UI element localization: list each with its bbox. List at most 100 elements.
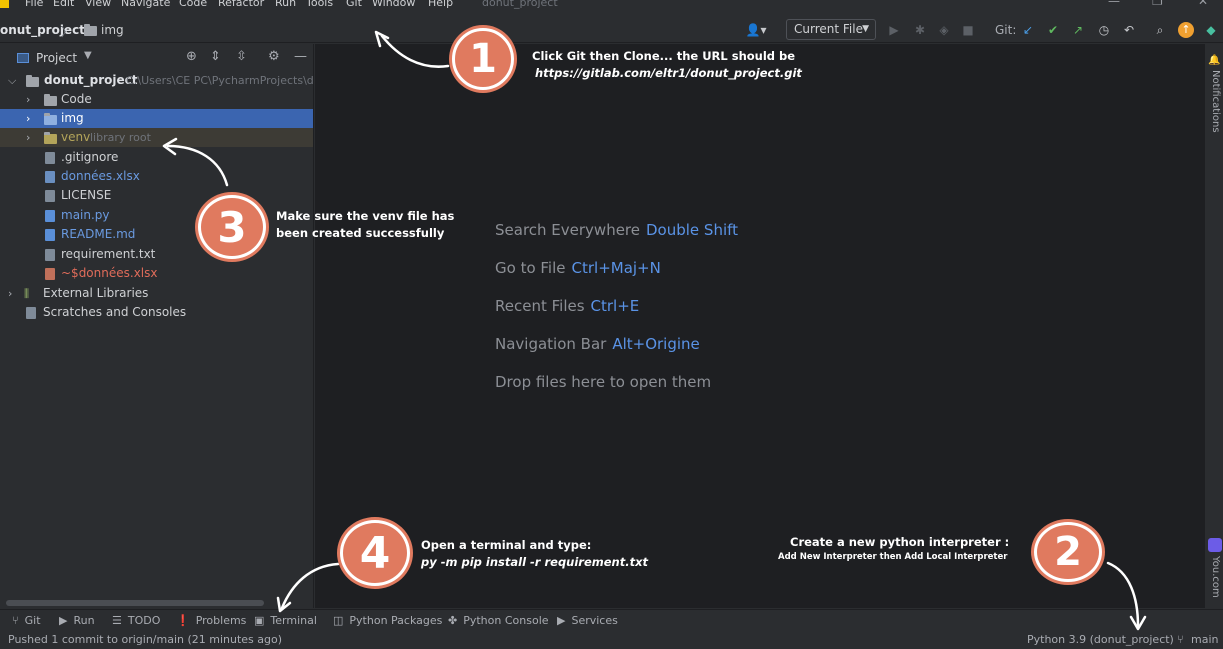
tool-terminal[interactable]: ▣ Terminal [254,614,317,627]
hint-recent-files: Recent Files Ctrl+E [495,297,639,315]
user-icon[interactable]: 👤▾ [742,21,770,39]
tree-item-label: ~$données.xlsx [61,266,158,280]
tree-item-external-libraries[interactable]: › ⫼ External Libraries [0,284,313,303]
menu-view[interactable]: View [85,0,111,9]
tree-item-gitignore[interactable]: .gitignore [0,148,313,167]
file-icon [45,171,55,183]
folder-icon [26,75,39,87]
project-icon [17,53,29,63]
horizontal-scrollbar[interactable] [6,600,264,606]
tree-item-main-py[interactable]: main.py [0,206,313,225]
gear-icon[interactable]: ⚙ [268,49,280,64]
tool-run[interactable]: ▶ Run [59,614,95,627]
tree-item-code[interactable]: › Code [0,90,313,109]
close-icon[interactable]: ✕ [1198,0,1208,8]
menu-code[interactable]: Code [179,0,207,9]
minimize-icon[interactable]: — [1108,0,1120,8]
menu-window[interactable]: Window [372,0,415,9]
menu-run[interactable]: Run [275,0,296,9]
hide-icon[interactable]: — [294,49,307,64]
hint-shortcut: Alt+Origine [612,335,700,353]
tool-git[interactable]: ⑂ Git [12,614,41,627]
menu-navigate[interactable]: Navigate [121,0,170,9]
tool-window-bar: ⑂ Git ▶ Run ☰ TODO ❗ Problems ▣ Terminal ◫ Pyt… [0,609,1223,630]
right-tool-strip: 🔔 Notifications You.com [1204,44,1223,608]
step-3-line1: Make sure the venv file has [276,209,455,223]
tree-item-label: donut_project [44,73,138,87]
tree-item-img[interactable]: › img [0,109,313,128]
hint-search-everywhere: Search Everywhere Double Shift [495,221,738,239]
breadcrumb-img[interactable]: img [101,23,124,37]
chevron-down-icon: ▼ [862,24,869,34]
tree-item-requirement[interactable]: requirement.txt [0,245,313,264]
youcom-tab[interactable]: You.com [1210,556,1221,598]
hint-text: Recent Files [495,297,585,315]
step-2-note-sub: Add New Interpreter then Add Local Inter… [778,551,1007,563]
run-icon[interactable]: ▶ [886,21,902,39]
tree-item-label: données.xlsx [61,169,140,183]
search-icon[interactable]: ⌕ [1152,21,1168,39]
menu-bar: File Edit View Navigate Code Refactor Ru… [0,0,1223,11]
notifications-tab[interactable]: Notifications [1210,70,1221,133]
file-icon [45,249,55,261]
tree-item-venv[interactable]: › venv library root [0,128,313,147]
menu-edit[interactable]: Edit [53,0,74,9]
tool-services[interactable]: ▶ Services [557,614,618,627]
project-panel-title[interactable]: Project [36,51,77,65]
notifications-icon[interactable]: 🔔 [1209,54,1220,66]
chevron-down-icon: ⌵ [8,74,17,87]
hint-shortcut: Double Shift [646,221,739,239]
tree-item-donut-project[interactable]: ⌵ donut_project C:\Users\CE PC\PycharmPr… [0,71,313,90]
stop-icon[interactable]: ■ [960,21,976,39]
interpreter-selector[interactable]: Python 3.9 (donut_project) [1027,633,1174,646]
chevron-right-icon: › [26,131,31,144]
tree-item-readme[interactable]: README.md [0,225,313,244]
step-3-note: Make sure the venv file has been created… [276,208,454,242]
menu-help[interactable]: Help [428,0,453,9]
tree-item-temp-donnees[interactable]: ~$données.xlsx [0,264,313,283]
tree-item-license[interactable]: LICENSE [0,186,313,205]
tree-item-path: C:\Users\CE PC\PycharmProjects\don [126,74,313,87]
tool-todo[interactable]: ☰ TODO [112,614,160,627]
expand-all-icon[interactable]: ⇕ [210,49,221,64]
status-message[interactable]: Pushed 1 commit to origin/main (21 minut… [8,633,282,646]
rollback-icon[interactable]: ↶ [1121,21,1137,39]
window-title: donut_project [482,0,558,9]
tree-item-scratches[interactable]: Scratches and Consoles [0,303,313,322]
menu-tools[interactable]: Tools [306,0,333,9]
git-push-icon[interactable]: ↗ [1070,21,1086,39]
folder-icon [44,132,57,144]
history-icon[interactable]: ◷ [1096,21,1112,39]
step-2-note: Create a new python interpreter : [790,534,1020,551]
youcom-icon[interactable] [1208,538,1222,552]
plugin-icon[interactable]: ◆ [1203,21,1219,39]
markdown-file-icon [45,229,55,241]
coverage-icon[interactable]: ◈ [936,21,952,39]
folder-icon [44,94,57,106]
tool-python-packages[interactable]: ◫ Python Packages [333,614,442,627]
locate-icon[interactable]: ⊕ [186,49,197,64]
step-3-line2: been created successfully [276,226,445,240]
git-commit-icon[interactable]: ✔ [1045,21,1061,39]
tool-python-console[interactable]: ✤ Python Console [448,614,549,627]
maximize-icon[interactable]: ❐ [1152,0,1163,8]
update-icon[interactable]: ↑ [1178,22,1194,38]
menu-refactor[interactable]: Refactor [218,0,264,9]
debug-icon[interactable]: ✱ [912,21,928,39]
services-icon: ▶ [557,614,566,627]
run-config-select[interactable]: Current File ▼ [786,19,876,40]
git-update-icon[interactable]: ↙ [1020,21,1036,39]
folder-icon [44,113,57,125]
chevron-down-icon[interactable]: ▼ [84,50,92,61]
tool-label: Python Packages [349,614,443,627]
list-icon: ☰ [112,614,122,627]
menu-git[interactable]: Git [346,0,362,9]
tree-item-label: External Libraries [43,286,149,300]
step-2-line1: Create a new python interpreter : [790,535,1010,549]
collapse-all-icon[interactable]: ⇳ [236,49,247,64]
menu-file[interactable]: File [25,0,43,9]
branch-selector[interactable]: main [1191,633,1218,646]
tool-problems[interactable]: ❗ Problems [176,614,246,627]
run-config-label: Current File [794,22,863,36]
tree-item-donnees-xlsx[interactable]: données.xlsx [0,167,313,186]
